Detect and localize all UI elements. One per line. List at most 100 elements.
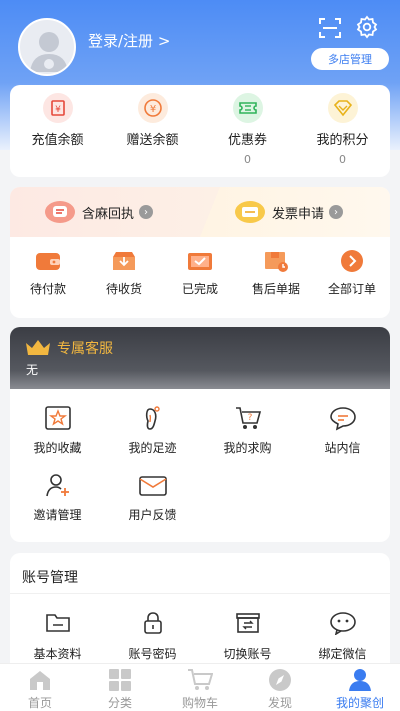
service-label: 邀请管理 [33,508,82,522]
receipt-link[interactable]: 含麻回执 › [44,200,154,224]
divider [10,593,390,594]
account-label: 账号密码 [128,647,177,661]
account-card: 账号管理 基本资料 账号密码 切换账号 绑定微信 [10,553,390,673]
service-grid: 我的收藏 我的足迹 ? 我的求购 站内信 邀请管理 用户反馈 [10,405,390,539]
order-label: 待收货 [105,282,142,296]
balance-item-gift[interactable]: ¥ 赠送余额 [105,85,200,177]
account-section-title: 账号管理 [22,570,78,586]
svg-text:¥: ¥ [149,104,155,115]
order-pending-payment[interactable]: 待付款 [10,249,86,297]
chevron-right-icon: › [329,205,344,219]
tab-discover[interactable]: 发现 [240,664,320,711]
account-label: 绑定微信 [318,647,367,661]
tab-label: 发现 [267,696,292,710]
tab-category[interactable]: 分类 [80,664,160,711]
invoice-link[interactable]: 发票申请 › [234,200,344,224]
order-label: 全部订单 [327,282,376,296]
message-icon [329,407,356,431]
orders-card: 含麻回执 › 发票申请 › 待付款 待收货 已完成 售后单据 全部订单 [10,187,390,318]
service-item-feedback[interactable]: 用户反馈 [105,472,200,539]
service-item-favorites[interactable]: 我的收藏 [10,405,105,472]
account-row: 基本资料 账号密码 切换账号 绑定微信 [10,611,390,662]
folder-icon [45,614,70,632]
all-orders-icon [341,250,363,272]
order-label: 已完成 [181,282,218,296]
bottom-tab-bar: 首页 分类 购物车 发现 我的聚创 [0,663,400,711]
footprint-icon [145,406,160,430]
service-item-messages[interactable]: 站内信 [295,405,390,472]
coupon-icon [232,93,263,123]
account-item-profile[interactable]: 基本资料 [10,611,105,662]
balance-value: 0 [244,153,251,166]
multi-store-button[interactable]: 多店管理 [311,48,389,70]
receipt-label: 含麻回执 [82,206,135,222]
order-pending-receipt[interactable]: 待收货 [86,249,162,297]
receipt-icon [45,201,75,223]
service-label: 站内信 [324,441,361,455]
favorites-icon [44,406,71,430]
home-icon [30,671,50,690]
tab-home[interactable]: 首页 [0,664,80,711]
orders-shortcut-bar: 含麻回执 › 发票申请 › [10,187,390,237]
login-register-link[interactable]: 登录/注册 > [88,30,170,51]
invoice-label: 发票申请 [272,206,325,222]
discover-icon [269,669,291,691]
svg-text:¥: ¥ [55,105,61,115]
invoice-icon [235,201,265,223]
package-icon [113,252,135,270]
invite-icon [45,474,69,497]
switch-account-icon [235,613,260,633]
service-header: 专属客服 无 [10,327,390,389]
balance-label: 赠送余额 [126,133,179,148]
account-label: 基本资料 [33,647,82,661]
service-label: 我的收藏 [33,441,82,455]
order-label: 待付款 [29,282,66,296]
balance-item-coupon[interactable]: 优惠券 0 [200,85,295,177]
account-item-password[interactable]: 账号密码 [105,611,200,662]
balance-label: 充值余额 [31,133,84,148]
balance-value: 0 [339,153,346,166]
svg-text:?: ? [247,413,252,423]
balance-label: 我的积分 [316,133,369,148]
service-contact: 无 [26,363,39,377]
after-sale-icon [265,252,288,272]
service-label: 用户反馈 [128,508,177,522]
feedback-icon [138,476,167,496]
completed-icon [188,253,212,270]
balance-label: 优惠券 [227,133,267,148]
order-all[interactable]: 全部订单 [314,249,390,297]
chevron-right-icon: › [139,205,154,219]
account-item-switch[interactable]: 切换账号 [200,611,295,662]
tab-label: 首页 [27,696,52,710]
account-item-wechat[interactable]: 绑定微信 [295,611,390,662]
avatar[interactable] [18,18,76,76]
tab-cart[interactable]: 购物车 [160,664,240,711]
tab-label: 分类 [107,696,132,710]
crown-icon [26,340,50,355]
service-label: 我的求购 [223,441,272,455]
tab-profile[interactable]: 我的聚创 [320,664,400,711]
balance-item-recharge[interactable]: ¥ 充值余额 [10,85,105,177]
service-label: 我的足迹 [128,441,177,455]
cart-icon [188,669,213,690]
service-card: 专属客服 无 我的收藏 我的足迹 ? 我的求购 站内信 邀请管理 用户反馈 [10,327,390,542]
balance-card: ¥ 充值余额 ¥ 赠送余额 优惠券 0 我的积分 0 [10,85,390,177]
lock-icon [143,612,162,634]
scan-icon[interactable] [318,17,342,39]
balance-item-points[interactable]: 我的积分 0 [295,85,390,177]
gift-balance-icon: ¥ [137,93,168,123]
recharge-icon: ¥ [42,93,73,123]
order-after-sale[interactable]: 售后单据 [238,249,314,297]
tab-label: 购物车 [181,696,218,710]
tab-label: 我的聚创 [335,696,384,710]
service-item-invite[interactable]: 邀请管理 [10,472,105,539]
gear-icon[interactable] [355,15,379,39]
account-label: 切换账号 [223,647,272,661]
order-label: 售后单据 [251,282,300,296]
points-icon [327,93,358,123]
order-completed[interactable]: 已完成 [162,249,238,297]
order-status-row: 待付款 待收货 已完成 售后单据 全部订单 [10,249,390,297]
wallet-icon [36,253,60,270]
service-item-footprint[interactable]: 我的足迹 [105,405,200,472]
service-item-wanted[interactable]: ? 我的求购 [200,405,295,472]
